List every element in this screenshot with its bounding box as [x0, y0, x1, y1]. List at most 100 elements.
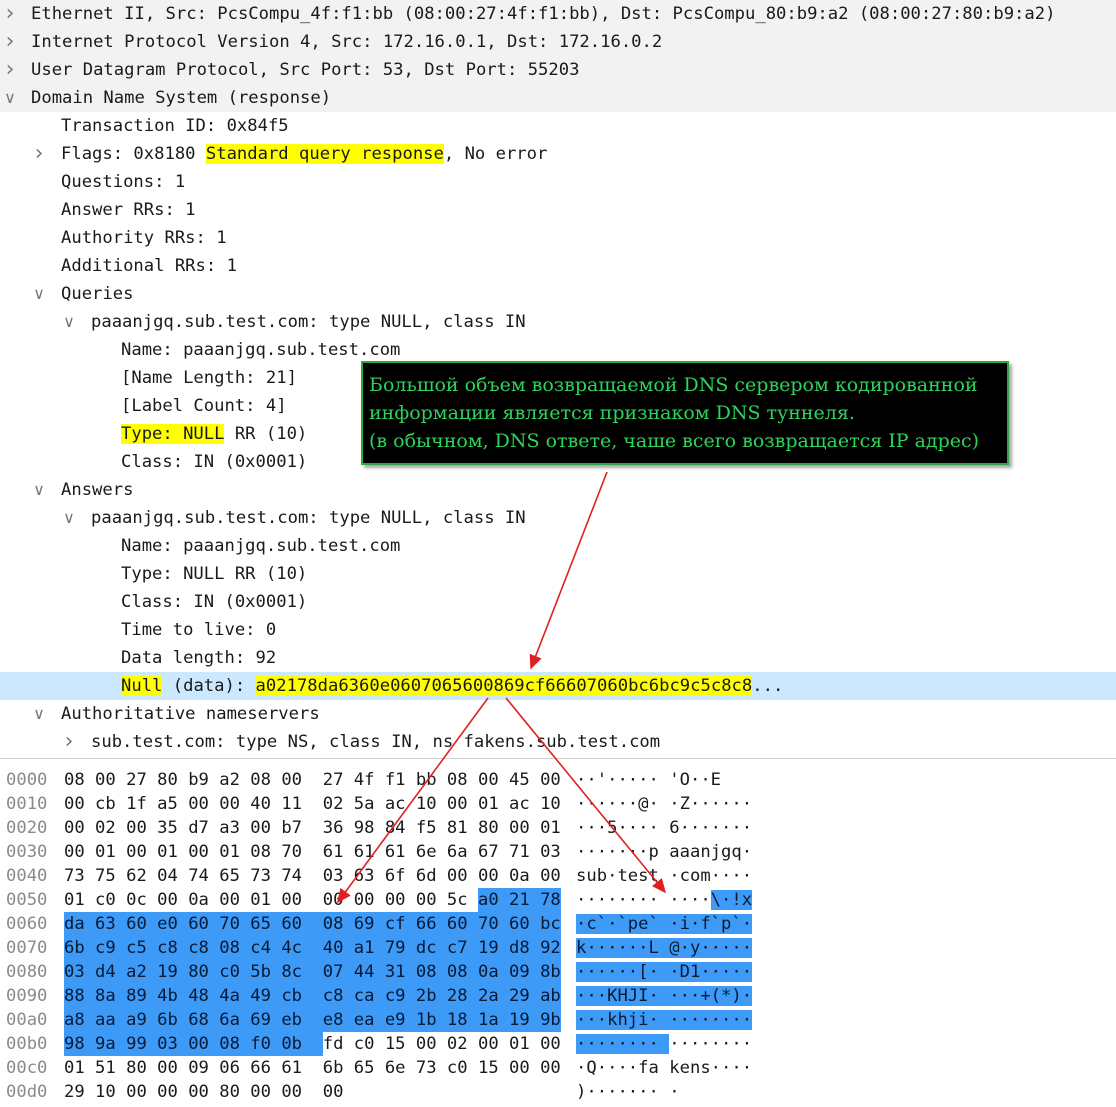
chevron-down-icon[interactable]: ∨: [25, 476, 53, 504]
tree-row[interactable]: Transaction ID: 0x84f5: [0, 112, 1116, 140]
hex-byte[interactable]: 01: [509, 1032, 540, 1056]
hex-byte[interactable]: 61: [323, 840, 354, 864]
hex-byte[interactable]: 19: [157, 960, 189, 984]
hex-byte[interactable]: c8: [188, 936, 220, 960]
hex-byte[interactable]: 6b: [64, 936, 96, 960]
hex-byte[interactable]: 10: [416, 792, 447, 816]
hex-byte[interactable]: f5: [416, 816, 447, 840]
hex-byte[interactable]: 00: [250, 816, 281, 840]
hex-byte[interactable]: 9a: [95, 1032, 127, 1056]
hex-byte[interactable]: 36: [323, 816, 354, 840]
hex-byte[interactable]: 00: [447, 792, 478, 816]
hex-byte[interactable]: ac: [385, 792, 416, 816]
hex-byte[interactable]: b7: [281, 816, 322, 840]
hex-byte[interactable]: 6b: [323, 1056, 354, 1080]
hex-byte[interactable]: e0: [157, 912, 189, 936]
hex-byte[interactable]: 10: [95, 1080, 126, 1104]
hex-byte[interactable]: 07: [322, 960, 354, 984]
hex-row[interactable]: 00a0 a8 aa a9 6b 68 6a 69 eb e8 ea e9 1b …: [0, 1008, 1116, 1032]
tree-row[interactable]: › User Datagram Protocol, Src Port: 53, D…: [0, 56, 1116, 84]
hex-byte[interactable]: 74: [281, 864, 322, 888]
hex-byte[interactable]: 65: [354, 1056, 385, 1080]
hex-byte[interactable]: 75: [95, 864, 126, 888]
hex-byte[interactable]: c5: [126, 936, 158, 960]
hex-byte[interactable]: 09: [509, 960, 541, 984]
hex-byte[interactable]: 01: [219, 840, 250, 864]
hex-byte[interactable]: 00: [478, 1032, 509, 1056]
hex-byte[interactable]: 71: [509, 840, 540, 864]
hex-byte[interactable]: eb: [281, 1008, 323, 1032]
hex-byte[interactable]: ca: [353, 984, 385, 1008]
hex-byte[interactable]: ac: [509, 792, 540, 816]
hex-byte[interactable]: 4f: [354, 768, 385, 792]
hex-row[interactable]: 0060 da 63 60 e0 60 70 65 60 08 69 cf 66 …: [0, 912, 1116, 936]
hex-byte[interactable]: a1: [353, 936, 385, 960]
hex-byte[interactable]: 03: [540, 840, 561, 864]
chevron-down-icon[interactable]: ∨: [25, 280, 53, 308]
hex-byte[interactable]: 6b: [157, 1008, 189, 1032]
tree-row[interactable]: ∨ Queries: [0, 280, 1116, 308]
hex-byte[interactable]: aa: [95, 1008, 127, 1032]
hex-byte[interactable]: 5a: [354, 792, 385, 816]
hex-byte[interactable]: c8: [322, 984, 354, 1008]
chevron-right-icon[interactable]: ›: [0, 56, 24, 84]
hex-byte[interactable]: 61: [385, 840, 416, 864]
hex-byte[interactable]: 27: [323, 768, 354, 792]
hex-byte[interactable]: 00: [509, 816, 540, 840]
hex-byte[interactable]: 5c: [447, 888, 478, 912]
chevron-down-icon[interactable]: ∨: [25, 700, 53, 728]
hex-byte[interactable]: c0: [447, 1056, 478, 1080]
hex-byte[interactable]: 0c: [126, 888, 157, 912]
tree-row[interactable]: › sub.test.com: type NS, class IN, ns fak…: [0, 728, 1116, 756]
hex-row[interactable]: 00c0 01 51 80 00 09 06 66 61 6b 65 6e 73 …: [0, 1056, 1116, 1080]
hex-byte[interactable]: 40: [322, 936, 354, 960]
hex-byte[interactable]: 08: [250, 768, 281, 792]
hex-byte[interactable]: ea: [353, 1008, 385, 1032]
hex-byte[interactable]: 60: [126, 912, 158, 936]
hex-byte[interactable]: 98: [354, 816, 385, 840]
hex-byte[interactable]: 10: [540, 792, 561, 816]
hex-byte[interactable]: 61: [354, 840, 385, 864]
hex-byte[interactable]: 68: [188, 1008, 220, 1032]
hex-byte[interactable]: c0: [95, 888, 126, 912]
hex-byte[interactable]: 88: [64, 984, 96, 1008]
chevron-right-icon[interactable]: ›: [25, 140, 53, 168]
hex-byte[interactable]: 6a: [219, 1008, 251, 1032]
hex-byte[interactable]: 08: [250, 840, 281, 864]
hex-row[interactable]: 0070 6b c9 c5 c8 c8 08 c4 4c 40 a1 79 dc …: [0, 936, 1116, 960]
chevron-down-icon[interactable]: ∨: [55, 308, 83, 336]
hex-byte[interactable]: 74: [188, 864, 219, 888]
tree-row[interactable]: Answer RRs: 1: [0, 196, 1116, 224]
hex-row[interactable]: 0040 73 75 62 04 74 65 73 74 03 63 6f 6d …: [0, 864, 1116, 888]
hex-row[interactable]: 0050 01 c0 0c 00 0a 00 01 00 00 00 00 00 …: [0, 888, 1116, 912]
hex-byte[interactable]: 00: [64, 840, 95, 864]
hex-byte[interactable]: 00: [64, 816, 95, 840]
hex-byte[interactable]: 08: [219, 1032, 251, 1056]
hex-byte[interactable]: 8c: [281, 960, 323, 984]
hex-byte[interactable]: 80: [219, 1080, 250, 1104]
hex-byte[interactable]: 70: [281, 840, 322, 864]
hex-byte[interactable]: a9: [126, 1008, 158, 1032]
hex-byte[interactable]: da: [64, 912, 96, 936]
tree-row[interactable]: ∨ paaanjgq.sub.test.com: type NULL, class…: [0, 308, 1116, 336]
hex-byte[interactable]: 02: [323, 792, 354, 816]
hex-byte[interactable]: 9b: [540, 1008, 561, 1032]
hex-byte[interactable]: 8b: [540, 960, 561, 984]
hex-byte[interactable]: 31: [384, 960, 416, 984]
hex-byte[interactable]: 00: [64, 792, 95, 816]
tree-row[interactable]: ∨ Answers: [0, 476, 1116, 504]
tree-row[interactable]: ∨ Domain Name System (response): [0, 84, 1116, 112]
hex-byte[interactable]: 6e: [385, 1056, 416, 1080]
hex-byte[interactable]: a5: [157, 792, 188, 816]
hex-byte[interactable]: 01: [64, 888, 95, 912]
tree-row[interactable]: Null (data): a02178da6360e0607065600869c…: [0, 672, 1116, 700]
hex-byte[interactable]: fd: [323, 1032, 354, 1056]
hex-byte[interactable]: 0a: [509, 864, 540, 888]
hex-byte[interactable]: b9: [188, 768, 219, 792]
hex-byte[interactable]: 80: [157, 768, 188, 792]
tree-row[interactable]: Name: paaanjgq.sub.test.com: [0, 336, 1116, 364]
hex-byte[interactable]: 00: [447, 864, 478, 888]
hex-byte[interactable]: 0a: [188, 888, 219, 912]
hex-byte[interactable]: 66: [415, 912, 447, 936]
hex-byte[interactable]: 00: [281, 888, 322, 912]
